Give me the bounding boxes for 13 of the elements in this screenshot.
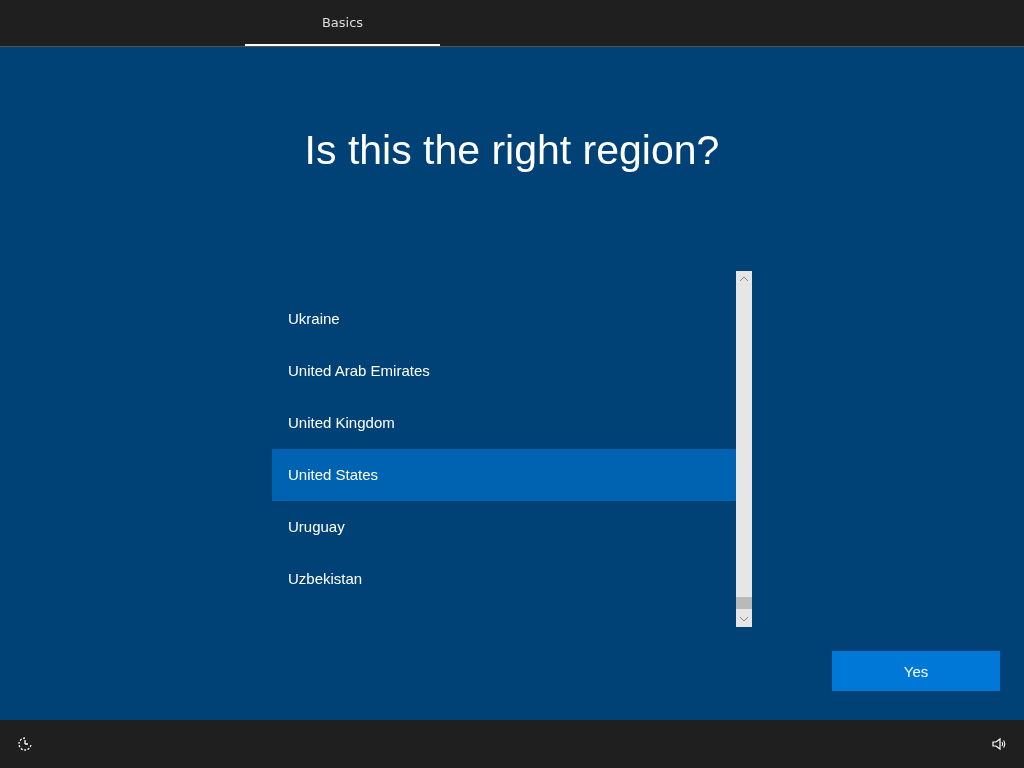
region-item[interactable]: Ukraine <box>272 293 736 345</box>
scrollbar[interactable] <box>736 271 752 627</box>
region-item[interactable]: United Kingdom <box>272 397 736 449</box>
speaker-icon[interactable] <box>991 736 1007 752</box>
page-title: Is this the right region? <box>304 127 720 175</box>
region-item[interactable]: United Arab Emirates <box>272 345 736 397</box>
step-tab[interactable]: Basics <box>245 0 440 46</box>
ease-of-access-icon[interactable] <box>17 736 33 752</box>
region-item[interactable]: Uzbekistan <box>272 553 736 605</box>
region-item[interactable]: United States <box>272 449 736 501</box>
yes-button[interactable]: Yes <box>832 651 1000 691</box>
scrollbar-thumb[interactable] <box>736 597 752 609</box>
region-item[interactable]: Uruguay <box>272 501 736 553</box>
